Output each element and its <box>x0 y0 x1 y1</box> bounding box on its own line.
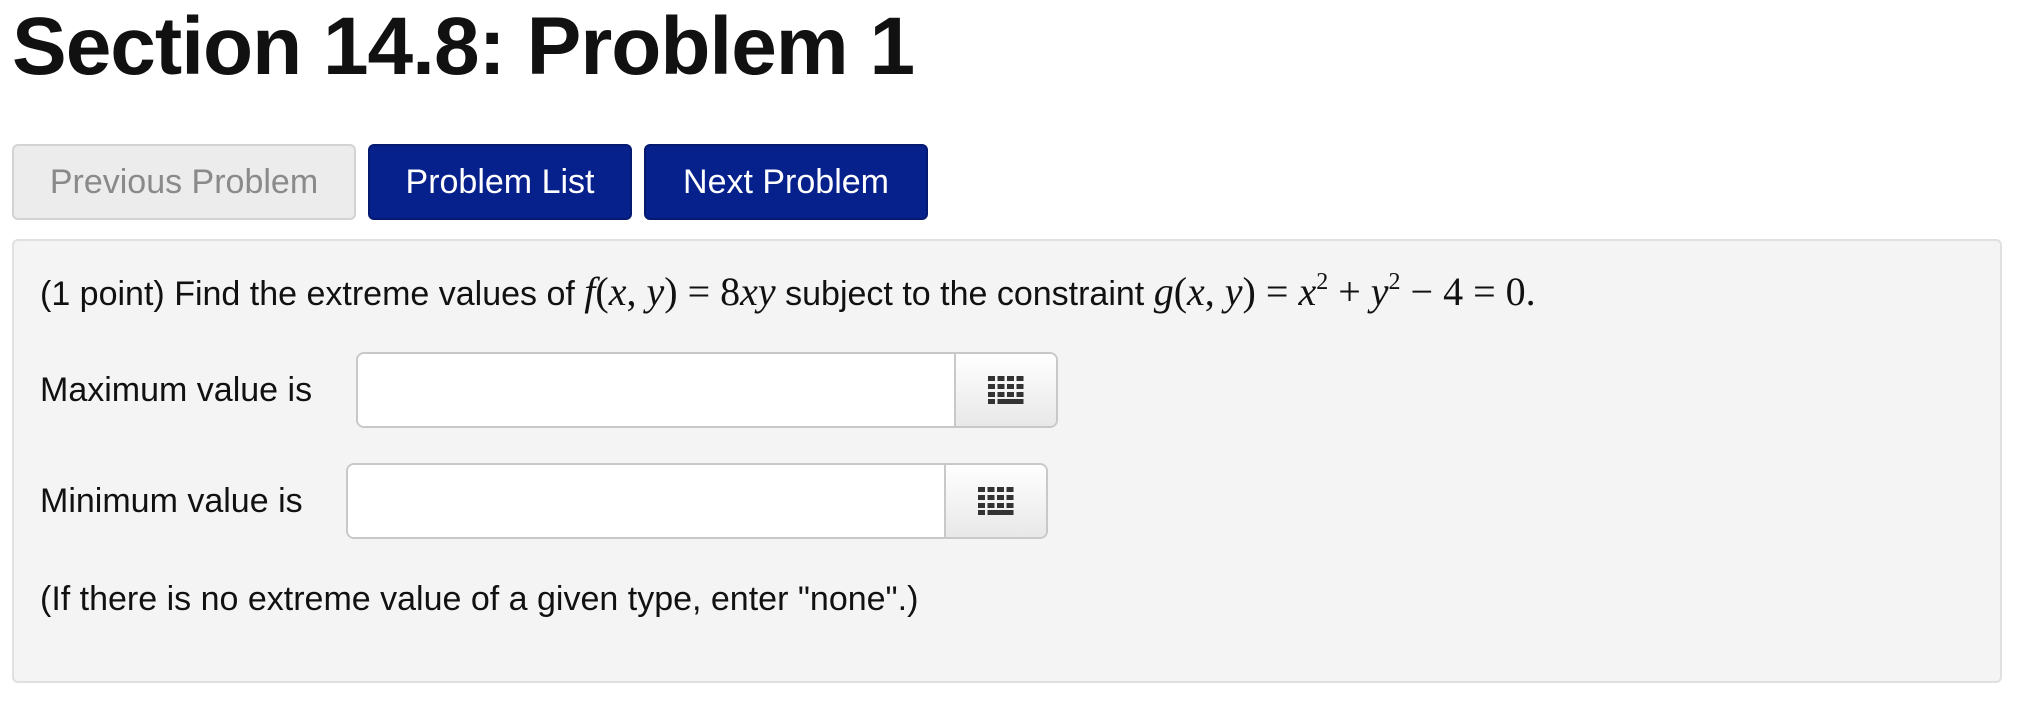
page-title: Section 14.8: Problem 1 <box>12 1 915 92</box>
minimum-value-label: Minimum value is <box>40 481 303 520</box>
previous-problem-button[interactable]: Previous Problem <box>12 144 356 220</box>
maximum-keypad-button[interactable] <box>954 354 1056 426</box>
statement-text-2: subject to the constraint <box>785 275 1145 313</box>
next-problem-button[interactable]: Next Problem <box>644 144 928 220</box>
problem-panel: (1 point) Find the extreme values of f(x… <box>12 239 2002 683</box>
minimum-answer-group <box>346 463 1048 539</box>
maximum-value-input[interactable] <box>358 354 954 426</box>
constraint-function: g(x, y) = x2 + y2 − 4 = 0. <box>1153 269 1536 314</box>
minimum-answer-row: Minimum value is <box>40 463 1060 539</box>
minimum-keypad-button[interactable] <box>944 465 1046 537</box>
instruction-note: (If there is no extreme value of a given… <box>40 580 919 618</box>
objective-function: f(x, y) = 8xy <box>584 269 776 314</box>
problem-list-button[interactable]: Problem List <box>368 144 632 220</box>
keypad-icon <box>978 487 1014 515</box>
maximum-answer-row: Maximum value is <box>40 352 1060 428</box>
statement-text-1: Find the extreme values of <box>174 275 575 313</box>
points-label: (1 point) <box>40 275 165 313</box>
maximum-answer-group <box>356 352 1058 428</box>
minimum-value-input[interactable] <box>348 465 944 537</box>
keypad-icon <box>988 376 1024 404</box>
maximum-value-label: Maximum value is <box>40 370 313 409</box>
problem-statement: (1 point) Find the extreme values of f(x… <box>40 267 1536 319</box>
